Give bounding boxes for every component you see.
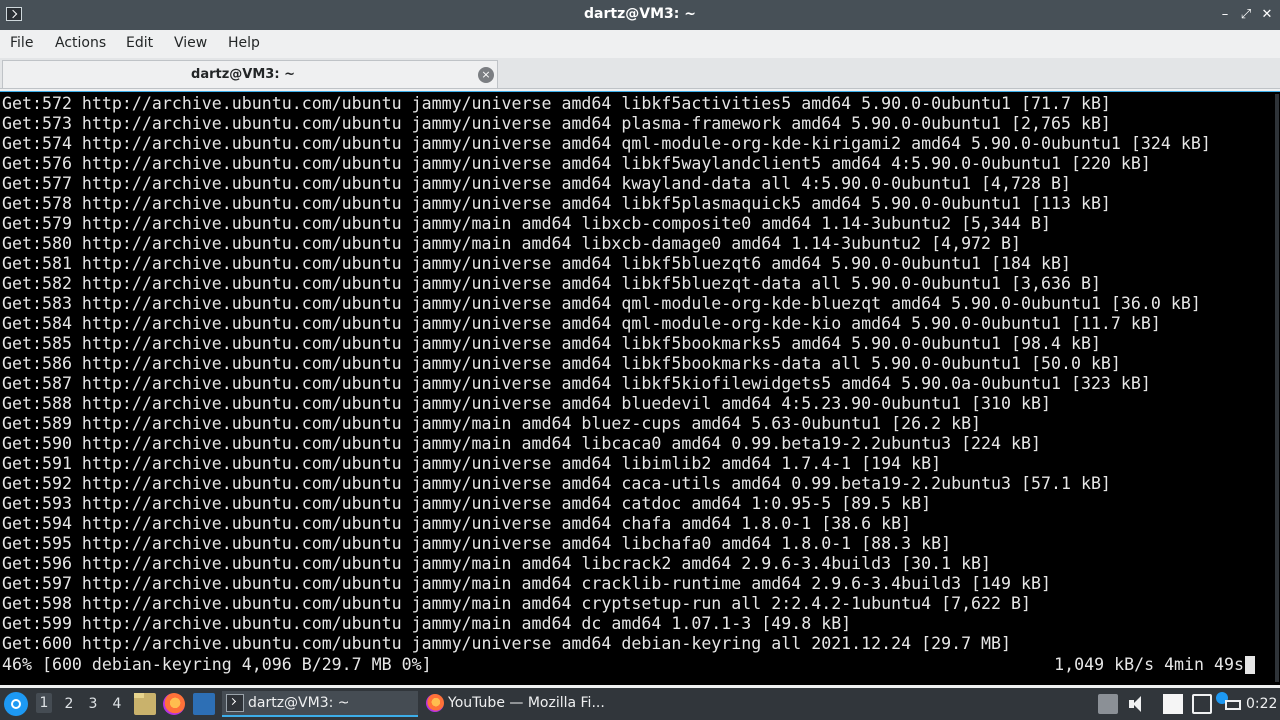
terminal-line: Get:593 http://archive.ubuntu.com/ubuntu… <box>2 494 932 513</box>
close-window-button[interactable]: ✕ <box>1258 6 1276 24</box>
terminal-line: Get:591 http://archive.ubuntu.com/ubuntu… <box>2 454 942 473</box>
terminal-line: Get:581 http://archive.ubuntu.com/ubuntu… <box>2 254 1071 273</box>
terminal-line: Get:583 http://archive.ubuntu.com/ubuntu… <box>2 294 1201 313</box>
application-launcher-icon[interactable] <box>4 692 28 716</box>
terminal-line: Get:595 http://archive.ubuntu.com/ubuntu… <box>2 534 952 553</box>
terminal-line: Get:594 http://archive.ubuntu.com/ubuntu… <box>2 514 912 533</box>
tab-bar: dartz@VM3: ~ × <box>0 58 1280 89</box>
terminal-lines: Get:572 http://archive.ubuntu.com/ubuntu… <box>2 94 1211 654</box>
window-titlebar[interactable]: dartz@VM3: ~ – ⤢ ✕ <box>0 0 1280 30</box>
terminal-line: Get:573 http://archive.ubuntu.com/ubuntu… <box>2 114 1111 133</box>
terminal-line: Get:597 http://archive.ubuntu.com/ubuntu… <box>2 574 1051 593</box>
minimize-button[interactable]: – <box>1216 6 1234 24</box>
terminal-icon <box>226 694 244 712</box>
terminal-line: Get:585 http://archive.ubuntu.com/ubuntu… <box>2 334 1101 353</box>
menu-bar: File Actions Edit View Help <box>0 30 1280 56</box>
power-icon[interactable] <box>1225 700 1241 710</box>
file-manager-icon[interactable] <box>134 693 156 715</box>
terminal-scrollbar[interactable] <box>1275 94 1279 682</box>
terminal-line: Get:590 http://archive.ubuntu.com/ubuntu… <box>2 434 1041 453</box>
desktop-4[interactable]: 4 <box>109 696 125 712</box>
tab-label: dartz@VM3: ~ <box>191 67 295 82</box>
volume-icon[interactable] <box>1127 694 1147 714</box>
terminal-line: Get:598 http://archive.ubuntu.com/ubuntu… <box>2 594 1031 613</box>
close-tab-icon[interactable]: × <box>478 67 494 83</box>
menu-view[interactable]: View <box>174 35 207 51</box>
clock[interactable]: 0:22 <box>1246 696 1277 712</box>
progress-status: 46% [600 debian-keyring 4,096 B/29.7 MB … <box>2 655 432 674</box>
notes-icon[interactable] <box>1163 694 1183 714</box>
terminal-line: Get:578 http://archive.ubuntu.com/ubuntu… <box>2 194 1111 213</box>
clipboard-icon[interactable] <box>1098 694 1118 714</box>
menu-edit[interactable]: Edit <box>126 35 153 51</box>
display-icon[interactable] <box>1192 694 1212 714</box>
terminal-line: Get:586 http://archive.ubuntu.com/ubuntu… <box>2 354 1121 373</box>
download-progress-line: 46% [600 debian-keyring 4,096 B/29.7 MB … <box>2 655 1272 675</box>
maximize-button[interactable]: ⤢ <box>1237 6 1255 24</box>
firefox-launcher-icon[interactable] <box>163 693 185 715</box>
menu-help[interactable]: Help <box>228 35 260 51</box>
terminal-line: Get:572 http://archive.ubuntu.com/ubuntu… <box>2 94 1111 113</box>
terminal-line: Get:600 http://archive.ubuntu.com/ubuntu… <box>2 634 1012 653</box>
terminal-line: Get:582 http://archive.ubuntu.com/ubuntu… <box>2 274 1101 293</box>
terminal-output[interactable]: Get:572 http://archive.ubuntu.com/ubuntu… <box>0 91 1280 685</box>
task-terminal-label: dartz@VM3: ~ <box>248 695 350 711</box>
menu-actions[interactable]: Actions <box>55 35 106 51</box>
terminal-line: Get:596 http://archive.ubuntu.com/ubuntu… <box>2 554 992 573</box>
terminal-line: Get:587 http://archive.ubuntu.com/ubuntu… <box>2 374 1151 393</box>
desktop-3[interactable]: 3 <box>85 696 101 712</box>
window-title: dartz@VM3: ~ <box>584 6 696 22</box>
terminal-cursor <box>1245 656 1255 674</box>
tab-terminal[interactable]: dartz@VM3: ~ × <box>2 60 498 88</box>
terminal-line: Get:599 http://archive.ubuntu.com/ubuntu… <box>2 614 852 633</box>
desktop-2[interactable]: 2 <box>61 696 77 712</box>
terminal-line: Get:579 http://archive.ubuntu.com/ubuntu… <box>2 214 1051 233</box>
task-terminal[interactable]: dartz@VM3: ~ <box>222 691 418 717</box>
show-desktop-icon[interactable] <box>193 693 215 715</box>
menu-file[interactable]: File <box>10 35 33 51</box>
task-firefox[interactable]: YouTube — Mozilla Fi... <box>422 691 618 717</box>
terminal-line: Get:576 http://archive.ubuntu.com/ubuntu… <box>2 154 1151 173</box>
task-firefox-label: YouTube — Mozilla Fi... <box>448 695 605 711</box>
terminal-line: Get:574 http://archive.ubuntu.com/ubuntu… <box>2 134 1211 153</box>
terminal-line: Get:577 http://archive.ubuntu.com/ubuntu… <box>2 174 1071 193</box>
download-speed: 1,049 kB/s 4min 49s <box>1054 655 1244 674</box>
terminal-line: Get:589 http://archive.ubuntu.com/ubuntu… <box>2 414 982 433</box>
taskbar: 1 2 3 4 dartz@VM3: ~ YouTube — Mozilla F… <box>0 688 1280 720</box>
firefox-icon <box>426 694 444 712</box>
terminal-line: Get:584 http://archive.ubuntu.com/ubuntu… <box>2 314 1161 333</box>
desktop-1[interactable]: 1 <box>36 693 52 713</box>
terminal-line: Get:588 http://archive.ubuntu.com/ubuntu… <box>2 394 1051 413</box>
terminal-line: Get:580 http://archive.ubuntu.com/ubuntu… <box>2 234 1022 253</box>
terminal-line: Get:592 http://archive.ubuntu.com/ubuntu… <box>2 474 1111 493</box>
